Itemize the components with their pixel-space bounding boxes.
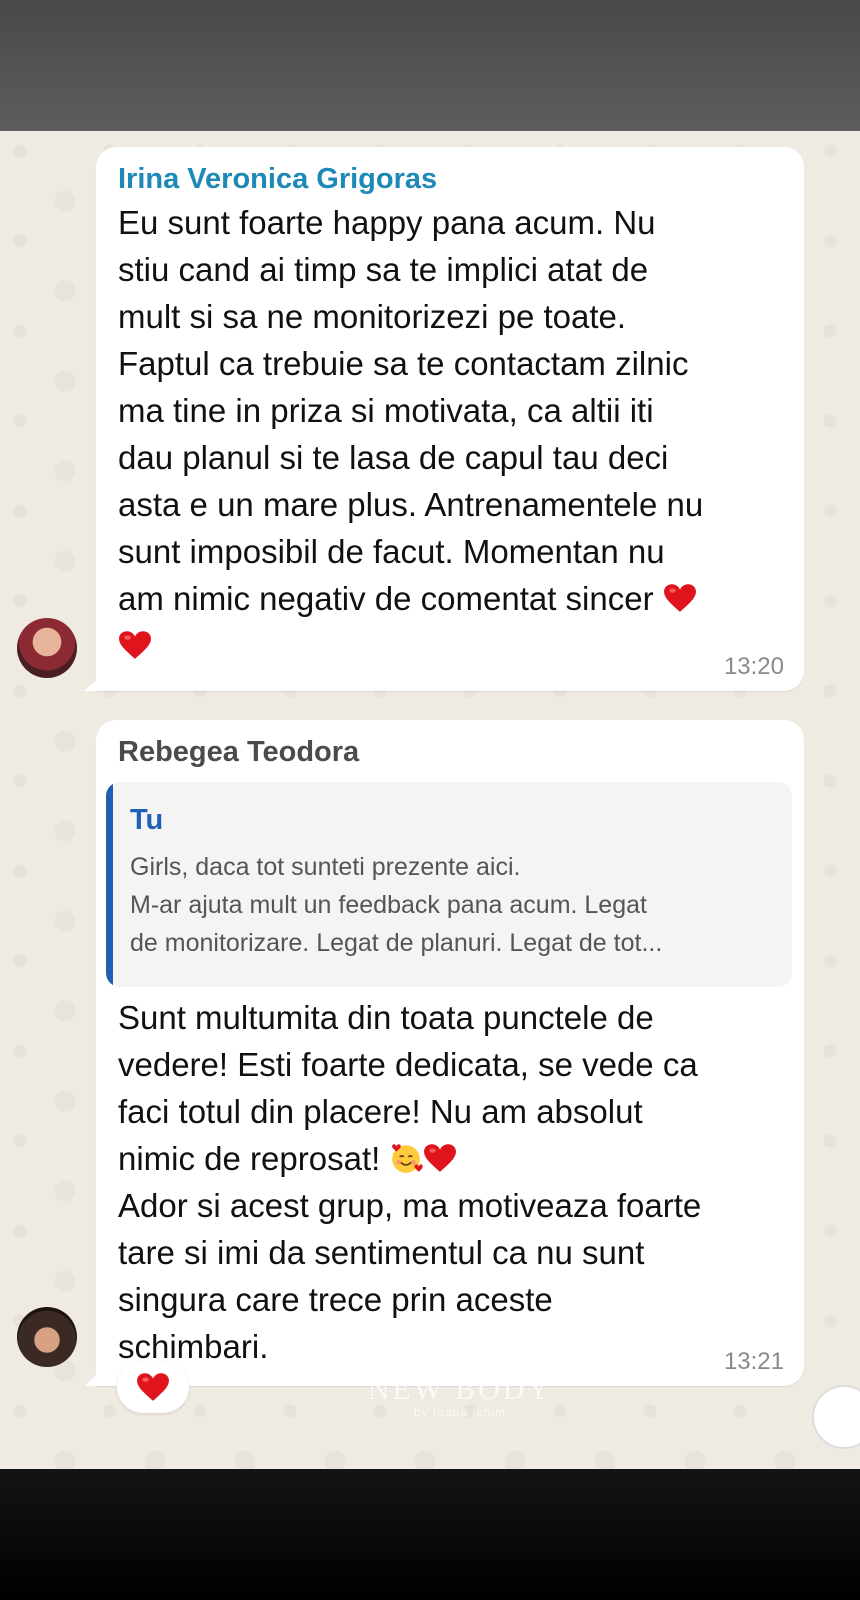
red-heart-emoji [137,1373,169,1401]
smiling-face-with-hearts-emoji [392,1144,424,1173]
cat-logo-icon [441,1349,479,1369]
quote-text: Girls, daca tot sunteti prezente aici. M… [130,853,663,957]
message-text: Eu sunt foarte happy pana acum. Nu stiu … [118,199,788,669]
message-timestamp: 13:20 [723,653,784,680]
message-text: Sunt multumita din toata punctele de ved… [118,994,788,1370]
bubble-tail [84,1368,104,1386]
avatar[interactable] [17,1307,77,1367]
message-body-part2: Ador si acest grup, ma motiveaza foarte … [118,1187,702,1365]
quote-author: Tu [130,804,164,836]
message-bubble[interactable]: Rebegea Teodora Tu Girls, daca tot sunte… [84,720,804,1386]
red-heart-emoji [424,1144,457,1172]
red-heart-emoji [663,584,696,612]
chat-area[interactable]: Irina Veronica Grigoras Eu sunt foarte h… [0,131,860,1469]
watermark-subtitle: by Ioana Ichim [413,1405,507,1419]
scroll-down-button[interactable] [812,1385,860,1449]
watermark: NEW BODY by Ioana Ichim [360,1343,560,1419]
quoted-message[interactable]: Tu Girls, daca tot sunteti prezente aici… [106,782,792,987]
watermark-logo: NEW BODY [367,1373,553,1406]
red-heart-emoji [119,631,151,659]
sender-name[interactable]: Irina Veronica Grigoras [118,163,437,196]
message-body: Eu sunt foarte happy pana acum. Nu stiu … [118,204,704,617]
top-bar [0,0,860,131]
sender-name[interactable]: Rebegea Teodora [118,736,359,769]
bubble-tail [84,673,104,691]
bottom-bar [0,1469,860,1600]
reaction-badge[interactable] [117,1361,189,1413]
message-timestamp: 13:21 [723,1348,784,1375]
avatar[interactable] [17,618,77,678]
quote-accent-bar [106,782,113,987]
message-bubble[interactable]: Irina Veronica Grigoras Eu sunt foarte h… [84,147,804,691]
